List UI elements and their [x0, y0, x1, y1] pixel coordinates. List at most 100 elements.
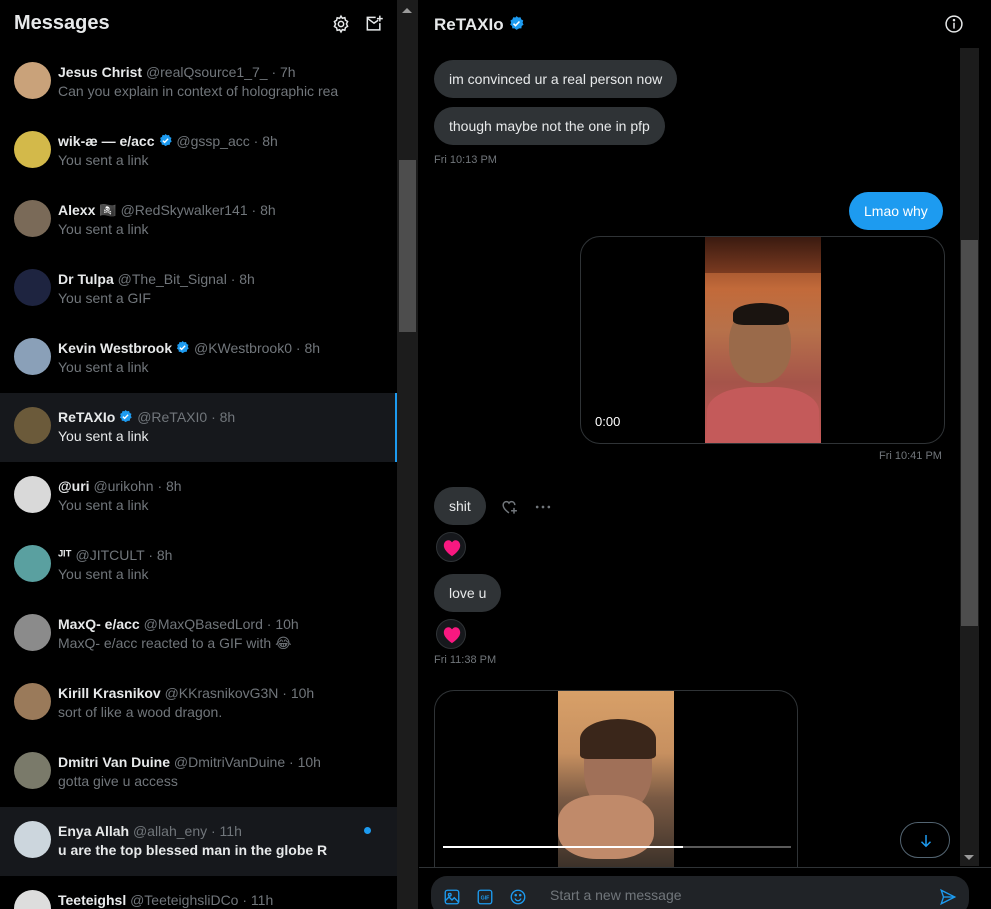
conversation-item[interactable]: Kevin Westbrook @KWestbrook0 · 8h You sen… — [0, 324, 397, 393]
conversation-item[interactable]: ᴶᴵᵀ @JITCULT · 8h You sent a link — [0, 531, 397, 600]
conversation-time: · 8h — [148, 547, 173, 563]
gear-icon[interactable] — [331, 14, 351, 34]
avatar[interactable] — [14, 890, 51, 909]
video-thumbnail — [705, 237, 821, 443]
avatar[interactable] — [14, 338, 51, 375]
message-bubble-incoming[interactable]: love u — [434, 574, 502, 612]
conversation-preview: You sent a link — [58, 566, 149, 582]
chat-title[interactable]: ReTAXIo — [434, 15, 525, 35]
message-timestamp: Fri 10:41 PM — [879, 450, 942, 462]
conversation-item[interactable]: wik-æ — e/acc @gssp_acc · 8h You sent a l… — [0, 117, 397, 186]
conversation-header: wik-æ — e/acc @gssp_acc · 8h — [58, 133, 358, 149]
conversation-time: · 7h — [271, 64, 296, 80]
conversation-item[interactable]: Jesus Christ @realQsource1_7_ · 7h Can yo… — [0, 48, 397, 117]
new-message-icon[interactable] — [364, 14, 384, 34]
video-progress-track[interactable] — [443, 846, 791, 848]
avatar[interactable] — [14, 545, 51, 582]
info-icon[interactable] — [944, 14, 964, 34]
chat-scrollbar-thumb[interactable] — [961, 240, 978, 626]
message-composer: GIF — [419, 867, 991, 909]
scroll-to-bottom-button[interactable] — [900, 822, 950, 858]
conversation-item[interactable]: ReTAXIo @ReTAXI0 · 8h You sent a link — [0, 393, 397, 462]
avatar[interactable] — [14, 200, 51, 237]
composer-box: GIF — [431, 876, 969, 909]
conversation-item[interactable]: Enya Allah @allah_eny · 11h u are the top… — [0, 807, 397, 876]
avatar[interactable] — [14, 821, 51, 858]
avatar[interactable] — [14, 269, 51, 306]
avatar[interactable] — [14, 131, 51, 168]
conversation-preview: gotta give u access — [58, 773, 178, 789]
avatar[interactable] — [14, 752, 51, 789]
heart-icon[interactable] — [436, 619, 466, 649]
message-bubble-incoming[interactable]: though maybe not the one in pfp — [434, 107, 665, 145]
emoji-icon[interactable] — [509, 888, 527, 906]
scroll-down-arrow-icon[interactable] — [964, 855, 974, 860]
message-bubble-outgoing[interactable]: Lmao why — [849, 192, 943, 230]
conversation-time: · 8h — [253, 133, 278, 149]
conversation-name: Jesus Christ — [58, 64, 143, 80]
conversation-item[interactable]: Teeteighsl @TeeteighsliDCo · 11h — [0, 876, 397, 909]
heart-icon[interactable] — [436, 532, 466, 562]
conversation-item[interactable]: Dr Tulpa @The_Bit_Signal · 8h You sent a … — [0, 255, 397, 324]
image-icon[interactable] — [443, 888, 461, 906]
conversation-header: Jesus Christ @realQsource1_7_ · 7h — [58, 64, 358, 80]
arrow-down-icon — [920, 835, 932, 848]
conversation-item[interactable]: Dmitri Van Duine @DmitriVanDuine · 10h go… — [0, 738, 397, 807]
conversation-header: Kirill Krasnikov @KKrasnikovG3N · 10h — [58, 685, 358, 701]
gif-icon[interactable]: GIF — [476, 888, 494, 906]
conversation-preview: You sent a link — [58, 497, 149, 513]
video-progress-fill — [443, 846, 684, 848]
send-icon[interactable] — [939, 888, 957, 906]
conversation-list: Jesus Christ @realQsource1_7_ · 7h Can yo… — [0, 48, 397, 909]
conversation-sidebar: Messages Jesus Christ @realQsource1_7_ ·… — [0, 0, 398, 909]
conversation-time: · 8h — [157, 478, 182, 494]
conversation-preview: You sent a link — [58, 359, 149, 375]
message-input[interactable] — [550, 887, 910, 903]
avatar[interactable] — [14, 62, 51, 99]
conversation-name: Dr Tulpa — [58, 271, 114, 287]
svg-text:GIF: GIF — [481, 896, 491, 902]
conversation-name: Kevin Westbrook — [58, 340, 173, 356]
conversation-header: Enya Allah @allah_eny · 11h — [58, 823, 358, 839]
avatar[interactable] — [14, 476, 51, 513]
conversation-name: wik-æ — e/acc — [58, 133, 155, 149]
conversation-preview: You sent a link — [58, 428, 149, 444]
conversation-time: · 8h — [251, 202, 276, 218]
conversation-header: Alexx 🏴‍☠️ @RedSkywalker141 · 8h — [58, 202, 358, 219]
messages-title: Messages — [14, 12, 110, 34]
verified-badge-icon — [509, 16, 524, 30]
chat-header: ReTAXIo — [419, 0, 991, 50]
sidebar-scrollbar[interactable] — [397, 0, 418, 909]
message-bubble-incoming[interactable]: im convinced ur a real person now — [434, 60, 678, 98]
add-reaction-icon[interactable] — [499, 497, 519, 517]
conversation-item[interactable]: Alexx 🏴‍☠️ @RedSkywalker141 · 8h You sent… — [0, 186, 397, 255]
conversation-handle: @MaxQBasedLord — [143, 616, 263, 632]
video-message-incoming[interactable] — [434, 690, 798, 868]
conversation-preview: You sent a link — [58, 152, 149, 168]
verified-badge-icon — [120, 409, 132, 423]
video-message-outgoing[interactable]: 0:00 — [580, 236, 945, 444]
conversation-item[interactable]: Kirill Krasnikov @KKrasnikovG3N · 10h sor… — [0, 669, 397, 738]
avatar[interactable] — [14, 407, 51, 444]
chat-scrollbar[interactable] — [960, 48, 979, 866]
conversation-header: Kevin Westbrook @KWestbrook0 · 8h — [58, 340, 358, 356]
more-options-icon[interactable] — [533, 497, 553, 517]
sidebar-scrollbar-thumb[interactable] — [399, 160, 416, 332]
chat-panel: ReTAXIo im convinced ur a real person no… — [419, 0, 991, 909]
conversation-handle: @urikohn — [93, 478, 154, 494]
avatar[interactable] — [14, 614, 51, 651]
scroll-up-arrow-icon[interactable] — [402, 8, 412, 13]
avatar[interactable] — [14, 683, 51, 720]
message-timestamp: Fri 11:38 PM — [434, 654, 497, 666]
conversation-handle: @TeeteighsliDCo — [130, 892, 239, 908]
message-bubble-incoming[interactable]: shit — [434, 487, 486, 525]
unread-indicator — [364, 827, 371, 834]
conversation-name: Kirill Krasnikov — [58, 685, 161, 701]
conversation-item[interactable]: @uri @urikohn · 8h You sent a link — [0, 462, 397, 531]
conversation-name: @uri — [58, 478, 90, 494]
conversation-item[interactable]: MaxQ- e/acc @MaxQBasedLord · 10h MaxQ- e/… — [0, 600, 397, 669]
conversation-header: Teeteighsl @TeeteighsliDCo · 11h — [58, 892, 358, 908]
conversation-time: · 11h — [242, 892, 274, 908]
messages-header: Messages — [0, 0, 397, 48]
conversation-header: Dmitri Van Duine @DmitriVanDuine · 10h — [58, 754, 358, 770]
